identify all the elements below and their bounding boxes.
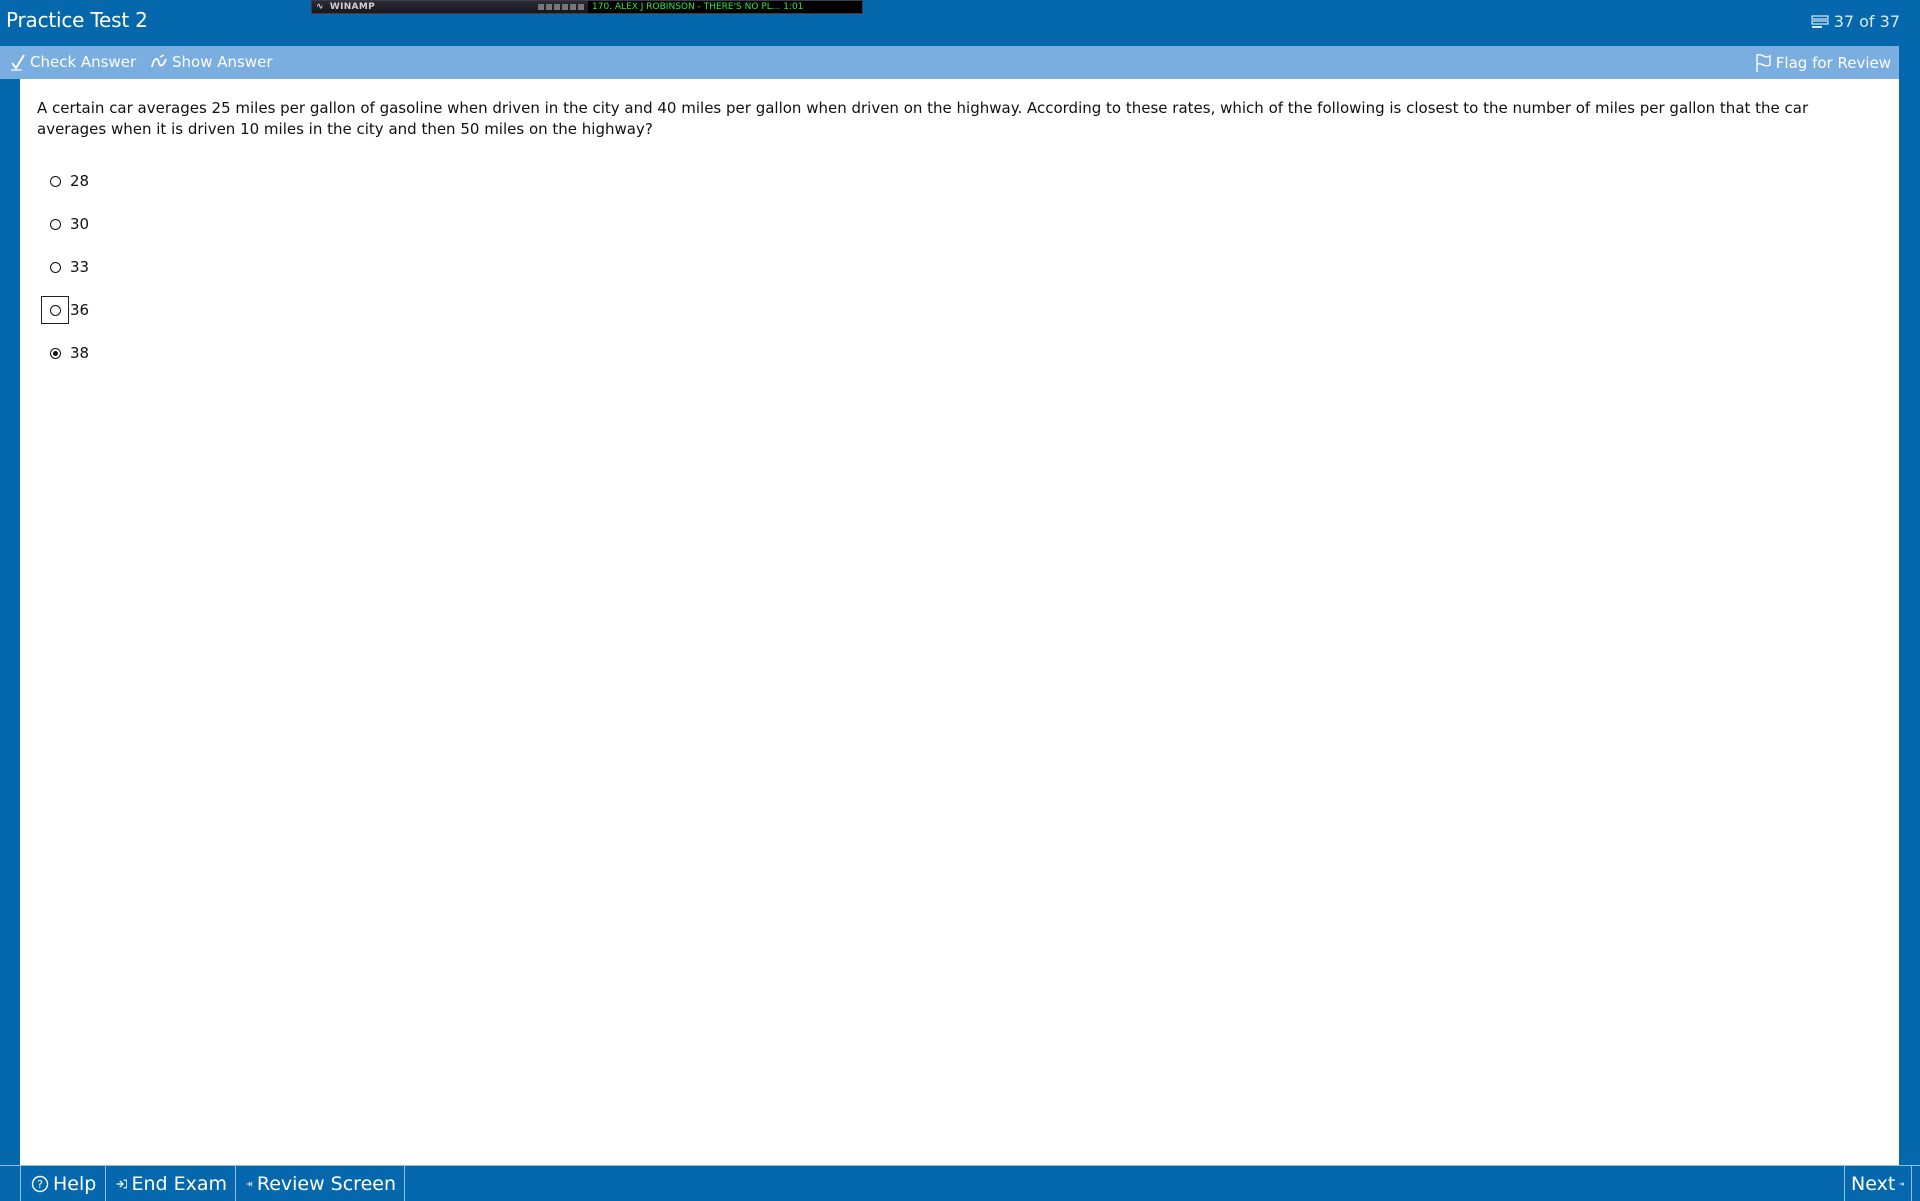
eject-icon[interactable] <box>578 4 584 10</box>
winamp-track-title: 170. ALEX J ROBINSON - THERE'S NO PL... … <box>588 1 862 13</box>
review-screen-label: Review Screen <box>256 1172 396 1195</box>
review-screen-button[interactable]: Review Screen <box>236 1166 405 1201</box>
end-exam-button[interactable]: End Exam <box>106 1166 236 1201</box>
toolbar: Check Answer Show Answer Flag for Review <box>0 46 1899 79</box>
check-answer-button[interactable]: Check Answer <box>10 53 136 71</box>
radio-button[interactable] <box>41 296 69 324</box>
flag-for-review-label: Flag for Review <box>1775 54 1891 72</box>
winamp-wave-icon: ∿ <box>316 2 324 12</box>
question-list-icon <box>1811 14 1829 28</box>
check-pen-icon <box>11 54 25 71</box>
radio-button[interactable] <box>41 167 69 195</box>
help-button[interactable]: ? Help <box>20 1166 106 1201</box>
winamp-player[interactable]: ∿ WINAMP 170. ALEX J ROBINSON - THERE'S … <box>311 0 863 14</box>
answer-label: 30 <box>70 215 90 233</box>
next-track-icon[interactable] <box>570 4 576 10</box>
answer-label: 28 <box>70 172 90 190</box>
pause-icon[interactable] <box>554 4 560 10</box>
prev-icon[interactable] <box>538 4 544 10</box>
radio-button-selected[interactable] <box>41 339 69 367</box>
question-counter: 37 of 37 <box>1810 12 1900 31</box>
answer-option-28[interactable]: 28 <box>41 167 89 195</box>
question-counter-text: 37 of 37 <box>1833 12 1900 31</box>
show-answer-label: Show Answer <box>172 53 273 71</box>
winamp-app-name: WINAMP <box>329 2 375 12</box>
help-label: Help <box>53 1172 97 1195</box>
svg-text:?: ? <box>37 1178 43 1191</box>
winamp-controls[interactable] <box>538 4 588 10</box>
end-exam-icon <box>116 1179 128 1188</box>
title-bar: Practice Test 2 ∿ WINAMP 170. ALEX J ROB… <box>0 0 1920 44</box>
check-answer-label: Check Answer <box>30 53 137 71</box>
review-screen-icon <box>246 1181 253 1186</box>
answer-label: 38 <box>70 344 90 362</box>
next-label: Next <box>1851 1172 1896 1195</box>
help-icon: ? <box>31 1175 49 1192</box>
radio-button[interactable] <box>41 210 69 238</box>
play-icon[interactable] <box>546 4 552 10</box>
end-exam-label: End Exam <box>131 1172 227 1195</box>
stop-icon[interactable] <box>562 4 568 10</box>
question-panel: A certain car averages 25 miles per gall… <box>20 79 1899 1165</box>
show-answer-icon <box>151 54 167 68</box>
radio-button[interactable] <box>41 253 69 281</box>
answer-label: 33 <box>70 258 90 276</box>
answer-option-30[interactable]: 30 <box>41 210 89 238</box>
right-arrow-icon <box>1899 1181 1905 1186</box>
answer-option-36[interactable]: 36 <box>41 296 89 324</box>
show-answer-button[interactable]: Show Answer <box>150 53 273 71</box>
next-button[interactable]: Next <box>1844 1166 1912 1201</box>
question-text: A certain car averages 25 miles per gall… <box>37 99 1809 138</box>
winamp-logo: ∿ WINAMP <box>312 1 588 13</box>
answer-label: 36 <box>70 301 90 319</box>
flag-icon <box>1756 53 1771 72</box>
answer-option-38[interactable]: 38 <box>41 339 89 367</box>
app-title: Practice Test 2 <box>6 8 148 32</box>
flag-for-review-button[interactable]: Flag for Review <box>1754 53 1891 73</box>
bottom-bar: ? Help End Exam Review Screen Next <box>0 1165 1920 1201</box>
answer-option-33[interactable]: 33 <box>41 253 89 281</box>
